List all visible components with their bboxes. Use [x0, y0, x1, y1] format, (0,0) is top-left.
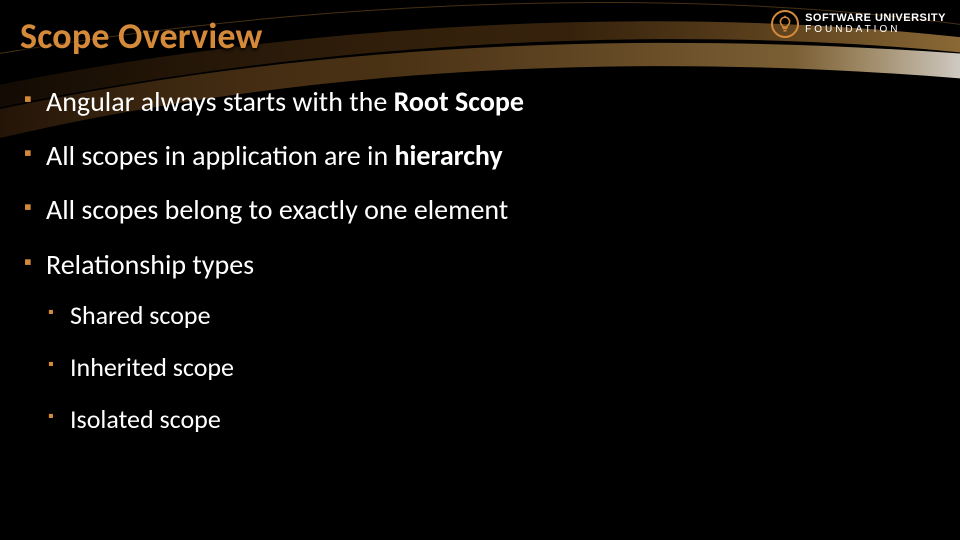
bullet-bold: Root Scope [394, 84, 524, 119]
bullet-item: Angular always starts with the Root Scop… [20, 86, 940, 118]
logo: SOFTWARE UNIVERSITY FOUNDATION [771, 10, 946, 38]
slide: Scope Overview Angular always starts wit… [0, 0, 960, 540]
sub-bullet-text: Shared scope [70, 299, 211, 331]
logo-line1: SOFTWARE UNIVERSITY [805, 13, 946, 25]
logo-line2: FOUNDATION [805, 25, 946, 36]
bullet-item: All scopes in application are in hierarc… [20, 140, 940, 172]
sub-bullet-text: Isolated scope [70, 403, 221, 435]
bullet-item: Relationship types Shared scope Inherite… [20, 249, 940, 435]
sub-bullet-text: Inherited scope [70, 351, 234, 383]
sub-bullet-list: Shared scope Inherited scope Isolated sc… [46, 301, 940, 435]
bullet-list: Angular always starts with the Root Scop… [20, 86, 940, 434]
bullet-text: All scopes in application are in [46, 138, 394, 173]
bullet-text: Angular always starts with the [46, 84, 394, 119]
bullet-text: All scopes belong to exactly one element [46, 192, 508, 227]
sub-bullet-item: Shared scope [46, 301, 940, 331]
bullet-text: Relationship types [46, 247, 254, 282]
bullet-bold: hierarchy [394, 138, 502, 173]
bullet-item: All scopes belong to exactly one element [20, 194, 940, 226]
sub-bullet-item: Inherited scope [46, 353, 940, 383]
lightbulb-icon [771, 10, 799, 38]
sub-bullet-item: Isolated scope [46, 405, 940, 435]
logo-text: SOFTWARE UNIVERSITY FOUNDATION [805, 13, 946, 35]
